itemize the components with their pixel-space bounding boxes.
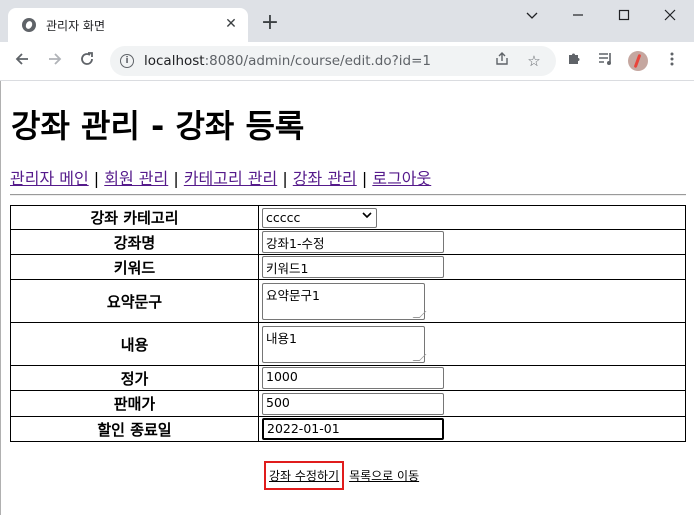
sale-price-label: 판매가: [10, 390, 259, 417]
category-label: 강좌 카테고리: [10, 205, 259, 230]
price-input[interactable]: 1000: [262, 367, 444, 389]
keyword-label: 키워드: [10, 254, 259, 280]
keyword-cell: 키워드1: [258, 254, 686, 280]
course-name-label: 강좌명: [10, 229, 259, 255]
price-label: 정가: [10, 365, 259, 391]
extensions-puzzle-icon[interactable]: [564, 51, 584, 71]
form-row-category: 강좌 카테고리 ccccc: [10, 205, 686, 230]
tab-search-icon[interactable]: [517, 6, 547, 26]
address-bar[interactable]: i localhost:8080/admin/course/edit.do?id…: [110, 46, 556, 76]
close-window-icon[interactable]: [655, 6, 685, 26]
form-row-sale-end: 할인 종료일 2022-01-01: [10, 416, 686, 442]
resize-grip-icon[interactable]: [412, 353, 427, 361]
admin-nav: 관리자 메인 | 회원 관리 | 카테고리 관리 | 강좌 관리 | 로그아웃: [10, 165, 431, 189]
more-menu-icon[interactable]: [662, 51, 682, 71]
back-arrow-icon[interactable]: [12, 51, 32, 71]
form-row-sale-price: 판매가 500: [10, 390, 686, 417]
nav-link-logout[interactable]: 로그아웃: [372, 169, 431, 188]
form-row-keyword: 키워드 키워드1: [10, 254, 686, 280]
sale-end-date-input[interactable]: 2022-01-01: [262, 418, 444, 440]
submit-edit-button[interactable]: 강좌 수정하기: [269, 469, 339, 483]
course-name-cell: 강좌1-수정: [258, 229, 686, 255]
browser-titlebar: 관리자 화면 ✕ +: [0, 0, 694, 42]
url-path: :8080/admin/course/edit.do?id=1: [204, 53, 432, 69]
resize-grip-icon[interactable]: [412, 310, 427, 318]
browser-tab[interactable]: 관리자 화면 ✕: [8, 8, 248, 42]
minimize-icon[interactable]: [563, 6, 593, 26]
browser-toolbar: i localhost:8080/admin/course/edit.do?id…: [0, 42, 694, 81]
nav-link-course-manage[interactable]: 강좌 관리: [293, 169, 357, 188]
summary-cell: 요약문구1: [258, 279, 686, 323]
nav-link-category-manage[interactable]: 카테고리 관리: [184, 169, 277, 188]
form-row-price: 정가 1000: [10, 365, 686, 391]
sale-price-input[interactable]: 500: [262, 392, 444, 415]
form-actions: 강좌 수정하기 목록으로 이동: [264, 461, 419, 490]
tab-title: 관리자 화면: [46, 19, 106, 33]
share-icon[interactable]: [492, 51, 512, 71]
url-host: localhost: [144, 53, 205, 69]
summary-label: 요약문구: [10, 279, 259, 323]
form-row-content: 내용 내용1: [10, 322, 686, 366]
nav-separator: |: [173, 169, 179, 188]
url-text[interactable]: localhost:8080/admin/course/edit.do?id=1: [144, 53, 431, 69]
category-cell: ccccc: [258, 205, 686, 230]
course-edit-form: 강좌 카테고리 ccccc 강좌명 강좌1-수정 키워드 키워드1 요약문구 요…: [10, 205, 686, 442]
content-text: 내용1: [266, 330, 297, 346]
nav-link-admin-main[interactable]: 관리자 메인: [10, 169, 89, 188]
sale-end-cell: 2022-01-01: [258, 416, 686, 442]
form-row-summary: 요약문구 요약문구1: [10, 279, 686, 323]
info-icon[interactable]: i: [120, 54, 134, 68]
close-tab-icon[interactable]: ✕: [222, 15, 240, 33]
maximize-icon[interactable]: [609, 6, 639, 26]
profile-avatar[interactable]: [628, 51, 648, 71]
form-row-name: 강좌명 강좌1-수정: [10, 229, 686, 255]
content-textarea[interactable]: 내용1: [262, 325, 427, 363]
content-label: 내용: [10, 322, 259, 366]
divider: [10, 194, 686, 196]
media-queue-icon[interactable]: [596, 51, 616, 71]
sale-price-cell: 500: [258, 390, 686, 417]
sale-end-label: 할인 종료일: [10, 416, 259, 442]
summary-textarea[interactable]: 요약문구1: [262, 282, 427, 320]
submit-highlight-box: 강좌 수정하기: [264, 461, 345, 490]
nav-link-member-manage[interactable]: 회원 관리: [104, 169, 168, 188]
course-name-input[interactable]: 강좌1-수정: [262, 231, 444, 253]
price-cell: 1000: [258, 365, 686, 391]
new-tab-button[interactable]: +: [258, 12, 282, 36]
nav-separator: |: [282, 169, 288, 188]
chevron-down-icon: [362, 209, 372, 227]
content-cell: 내용1: [258, 322, 686, 366]
keyword-input[interactable]: 키워드1: [262, 256, 444, 278]
page-content: 강좌 관리 - 강좌 등록 관리자 메인 | 회원 관리 | 카테고리 관리 |…: [0, 81, 694, 515]
nav-separator: |: [361, 169, 368, 188]
page-title: 강좌 관리 - 강좌 등록: [11, 107, 305, 145]
forward-arrow-icon[interactable]: [45, 51, 65, 71]
category-select[interactable]: ccccc: [262, 207, 377, 228]
nav-separator: |: [93, 169, 100, 188]
bookmark-star-icon[interactable]: ☆: [524, 51, 544, 71]
category-selected-value: ccccc: [266, 209, 301, 225]
summary-text: 요약문구1: [266, 287, 320, 303]
globe-icon: [22, 18, 36, 32]
reload-icon[interactable]: [77, 51, 97, 71]
back-to-list-link[interactable]: 목록으로 이동: [349, 469, 419, 483]
